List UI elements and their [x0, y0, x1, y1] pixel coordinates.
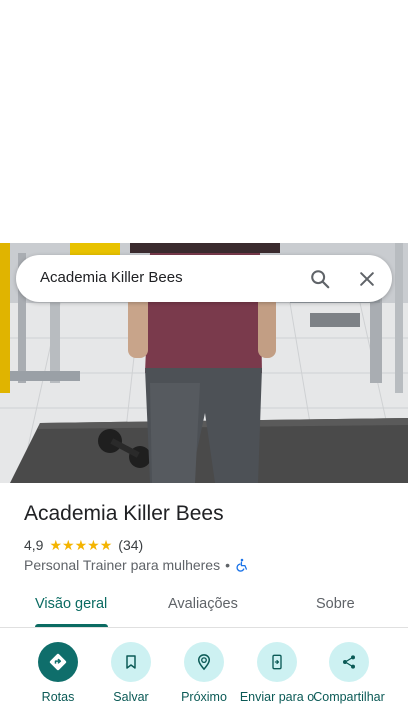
send-to-phone-icon [257, 642, 297, 682]
wheelchair-icon [235, 558, 249, 572]
nearby-icon [184, 642, 224, 682]
tab-about[interactable]: Sobre [316, 596, 355, 612]
star-rating: ★ ★ ★ ★ ★ [49, 538, 112, 552]
share-icon [329, 642, 369, 682]
active-tab-indicator [35, 624, 108, 627]
place-tabs: Visão geral Avaliações Sobre [0, 586, 408, 628]
share-label: Compartilhar [313, 690, 385, 704]
maps-place-screen: Academia Killer Bees Academia Killer Bee… [0, 0, 408, 726]
close-icon[interactable] [353, 265, 381, 293]
review-count[interactable]: (34) [118, 537, 143, 553]
star-icon: ★ [49, 537, 63, 553]
send-to-phone-button[interactable]: Enviar para o [237, 642, 317, 726]
save-label: Salvar [113, 690, 149, 704]
search-bar[interactable]: Academia Killer Bees [16, 255, 392, 302]
nearby-button[interactable]: Próximo [164, 642, 244, 726]
star-icon: ★ [62, 537, 75, 553]
tab-reviews[interactable]: Avaliações [168, 596, 238, 612]
search-icon[interactable] [306, 265, 334, 293]
nearby-label: Próximo [181, 690, 227, 704]
directions-button[interactable]: Rotas [18, 642, 98, 726]
place-category: Personal Trainer para mulheres [24, 557, 221, 573]
save-button[interactable]: Salvar [91, 642, 171, 726]
share-button[interactable]: Compartilhar [309, 642, 389, 726]
bookmark-icon [111, 642, 151, 682]
directions-label: Rotas [41, 690, 75, 704]
directions-icon [38, 642, 78, 682]
category-row: Personal Trainer para mulheres • [24, 556, 249, 574]
tab-overview[interactable]: Visão geral [35, 596, 107, 612]
star-icon: ★ [87, 537, 100, 553]
search-input[interactable]: Academia Killer Bees [40, 269, 183, 286]
star-icon: ★ [74, 537, 88, 553]
rating-row[interactable]: 4,9 ★ ★ ★ ★ ★ (34) [24, 536, 143, 554]
star-icon: ★ [99, 537, 113, 553]
place-title: Academia Killer Bees [24, 502, 224, 525]
send-to-phone-label: Enviar para o [239, 690, 315, 704]
rating-value: 4,9 [24, 537, 44, 553]
separator: • [225, 557, 231, 573]
